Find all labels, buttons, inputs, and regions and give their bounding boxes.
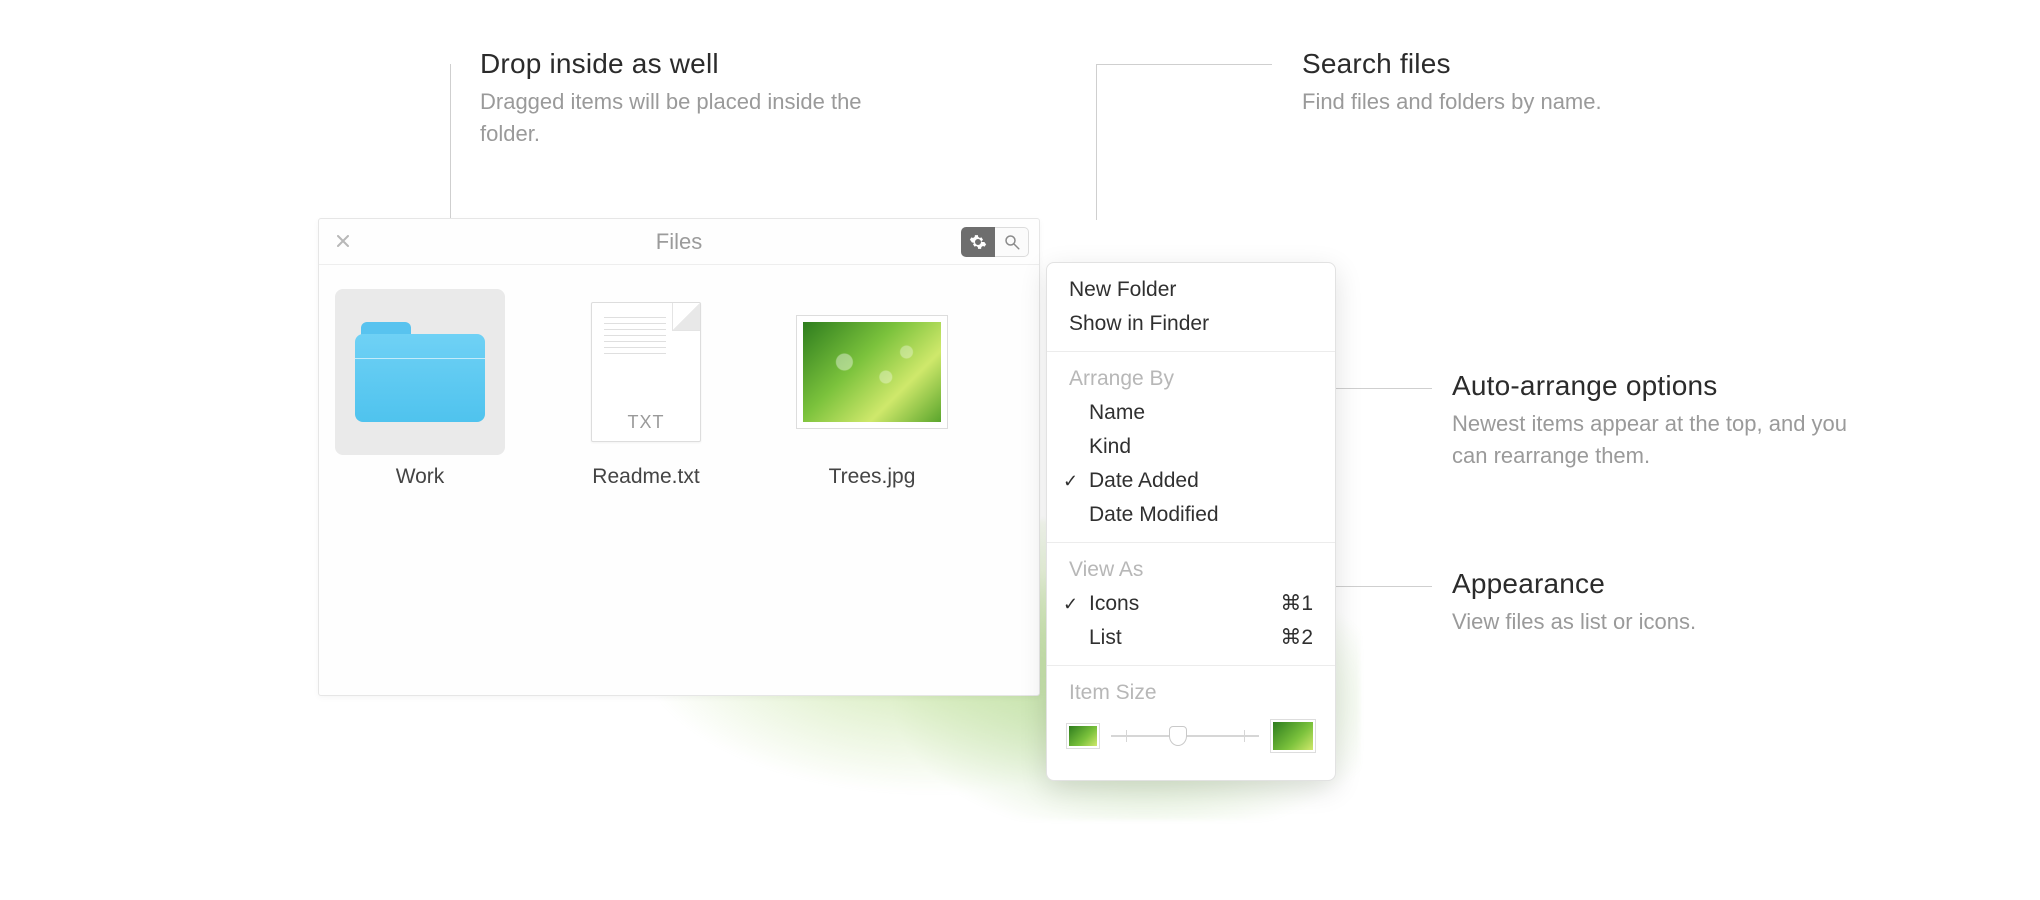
search-button[interactable] [995, 227, 1029, 257]
menu-section-size: Item Size [1047, 666, 1335, 780]
connector [1096, 64, 1272, 65]
close-icon [337, 235, 349, 247]
slider-thumb-small-icon [1067, 724, 1099, 748]
menu-item-show-in-finder[interactable]: Show in Finder [1047, 307, 1335, 341]
image-icon [797, 316, 947, 428]
menu-item-arrange-kind[interactable]: Kind [1047, 430, 1335, 464]
callout-arrange-body: Newest items appear at the top, and you … [1452, 408, 1872, 472]
file-item-image[interactable]: Trees.jpg [787, 289, 957, 489]
menu-item-label: Date Added [1089, 469, 1199, 492]
menu-section-arrange: Arrange By Name Kind ✓ Date Added Date M… [1047, 352, 1335, 542]
check-icon: ✓ [1063, 466, 1078, 496]
callout-view: Appearance View files as list or icons. [1452, 568, 1696, 638]
menu-section-view: View As ✓ Icons ⌘1 List ⌘2 [1047, 543, 1335, 665]
item-size-slider-row [1047, 710, 1335, 770]
item-size-slider[interactable] [1111, 735, 1259, 737]
file-label: Work [335, 465, 505, 489]
settings-menu: New Folder Show in Finder Arrange By Nam… [1046, 262, 1336, 781]
callout-drop: Drop inside as well Dragged items will b… [480, 48, 900, 150]
menu-header-size: Item Size [1047, 676, 1335, 710]
callout-drop-title: Drop inside as well [480, 48, 900, 80]
callout-search: Search files Find files and folders by n… [1302, 48, 1602, 118]
callout-search-title: Search files [1302, 48, 1602, 80]
files-panel: Files Work [318, 218, 1040, 696]
file-label: Readme.txt [561, 465, 731, 489]
menu-item-arrange-name[interactable]: Name [1047, 396, 1335, 430]
menu-item-label: List [1089, 626, 1122, 649]
callout-drop-body: Dragged items will be placed inside the … [480, 86, 900, 150]
close-button[interactable] [333, 231, 353, 251]
panel-titlebar: Files [319, 219, 1039, 265]
slider-knob[interactable] [1169, 726, 1187, 746]
menu-shortcut: ⌘2 [1280, 623, 1313, 653]
document-ext: TXT [592, 412, 700, 433]
menu-item-arrange-date-modified[interactable]: Date Modified [1047, 498, 1335, 532]
callout-search-body: Find files and folders by name. [1302, 86, 1602, 118]
panel-actions [961, 227, 1029, 257]
connector [1336, 586, 1432, 587]
file-label: Trees.jpg [787, 465, 957, 489]
settings-button[interactable] [961, 227, 995, 257]
document-icon: TXT [591, 302, 701, 442]
connector [1336, 388, 1432, 389]
connector [1096, 64, 1097, 220]
callout-view-title: Appearance [1452, 568, 1696, 600]
file-item-txt[interactable]: TXT Readme.txt [561, 289, 731, 489]
callout-arrange: Auto-arrange options Newest items appear… [1452, 370, 1872, 472]
callout-view-body: View files as list or icons. [1452, 606, 1696, 638]
file-item-folder[interactable]: Work [335, 289, 505, 489]
panel-body: Work TXT Readme.txt Trees.jpg [319, 265, 1039, 513]
menu-section-top: New Folder Show in Finder [1047, 263, 1335, 351]
check-icon: ✓ [1063, 589, 1078, 619]
menu-item-new-folder[interactable]: New Folder [1047, 273, 1335, 307]
callout-arrange-title: Auto-arrange options [1452, 370, 1872, 402]
file-thumb [335, 289, 505, 455]
menu-header-view: View As [1047, 553, 1335, 587]
panel-title: Files [656, 229, 702, 254]
gear-icon [969, 233, 987, 251]
menu-shortcut: ⌘1 [1280, 589, 1313, 619]
file-thumb: TXT [561, 289, 731, 455]
menu-item-label: Icons [1089, 592, 1139, 615]
slider-thumb-large-icon [1271, 720, 1315, 752]
menu-header-arrange: Arrange By [1047, 362, 1335, 396]
menu-item-arrange-date-added[interactable]: ✓ Date Added [1047, 464, 1335, 498]
menu-item-view-list[interactable]: List ⌘2 [1047, 621, 1335, 655]
search-icon [1003, 233, 1021, 251]
folder-icon [355, 322, 485, 422]
file-thumb [787, 289, 957, 455]
menu-item-view-icons[interactable]: ✓ Icons ⌘1 [1047, 587, 1335, 621]
